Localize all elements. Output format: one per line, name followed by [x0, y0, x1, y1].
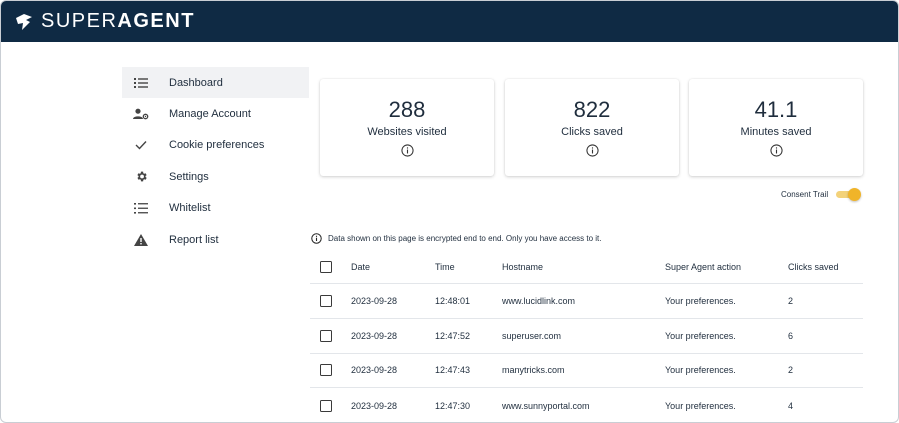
sidebar-item-cookie-preferences[interactable]: Cookie preferences	[122, 130, 309, 161]
brand-logo-text[interactable]: SUPERAGENT	[41, 10, 195, 33]
cell-date: 2023-09-28	[351, 400, 398, 411]
sidebar-item-label: Manage Account	[169, 108, 251, 121]
stat-card-minutes-saved: 41.1 Minutes saved	[689, 79, 863, 176]
cell-clicks: 2	[788, 295, 794, 306]
column-header-hostname[interactable]: Hostname	[502, 250, 543, 283]
cell-hostname: manytricks.com	[502, 365, 565, 376]
cell-hostname: www.lucidlink.com	[502, 295, 576, 306]
cell-time: 12:47:52	[435, 330, 471, 341]
info-icon[interactable]	[585, 144, 599, 157]
stat-value: 822	[573, 97, 611, 122]
table-row[interactable]: 2023-09-28 12:47:43 manytricks.com Your …	[310, 354, 863, 389]
table-row[interactable]: 2023-09-28 12:48:01 www.lucidlink.com Yo…	[310, 284, 863, 319]
cell-action: Your preferences.	[665, 330, 736, 341]
table-row[interactable]: 2023-09-28 12:47:30 www.sunnyportal.com …	[310, 388, 863, 422]
sidebar-item-whitelist[interactable]: Whitelist	[122, 193, 309, 224]
stat-label: Clicks saved	[561, 126, 623, 138]
row-checkbox[interactable]	[320, 329, 332, 342]
sidebar-item-label: Dashboard	[169, 76, 223, 89]
sidebar-item-label: Cookie preferences	[169, 139, 265, 152]
cell-hostname: www.sunnyportal.com	[502, 400, 590, 411]
stat-value: 41.1	[754, 97, 798, 122]
brand-part-1: SUPER	[41, 10, 118, 32]
cell-clicks: 2	[788, 365, 794, 376]
row-checkbox[interactable]	[320, 294, 332, 307]
toggle-thumb	[848, 188, 862, 201]
activity-table: Date Time Hostname Super Agent action Cl…	[310, 250, 863, 422]
sidebar-item-dashboard[interactable]: Dashboard	[122, 67, 309, 99]
sidebar-item-label: Settings	[169, 170, 209, 183]
cell-time: 12:47:30	[435, 400, 471, 411]
gear-icon	[131, 170, 151, 183]
sidebar-item-settings[interactable]: Settings	[122, 161, 309, 192]
account-gear-icon	[131, 108, 151, 120]
cell-date: 2023-09-28	[351, 365, 398, 376]
cell-time: 12:48:01	[435, 295, 471, 306]
cell-action: Your preferences.	[665, 400, 736, 411]
stat-value: 288	[388, 97, 426, 122]
cell-time: 12:47:43	[435, 365, 471, 376]
cell-clicks: 6	[788, 330, 794, 341]
info-icon	[311, 233, 322, 244]
brand-part-2: AGENT	[117, 10, 195, 32]
stat-label: Minutes saved	[740, 126, 812, 138]
column-header-time[interactable]: Time	[435, 250, 455, 283]
table-row[interactable]: 2023-09-28 12:47:52 superuser.com Your p…	[310, 319, 863, 354]
row-checkbox[interactable]	[320, 364, 332, 377]
select-all-checkbox[interactable]	[320, 260, 332, 273]
stat-card-websites-visited: 288 Websites visited	[320, 79, 494, 176]
superagent-logo-icon	[13, 11, 35, 33]
sidebar-item-label: Report list	[169, 233, 219, 246]
sidebar-item-manage-account[interactable]: Manage Account	[122, 98, 309, 129]
sidebar-item-report-list[interactable]: Report list	[122, 224, 309, 255]
consent-trail-toggle[interactable]	[836, 188, 862, 201]
column-header-date[interactable]: Date	[351, 250, 370, 283]
check-icon	[131, 140, 151, 150]
top-bar: SUPERAGENT	[1, 1, 898, 42]
sidebar: Dashboard Manage Account Cookie preferen…	[122, 67, 309, 255]
column-header-action[interactable]: Super Agent action	[665, 250, 741, 283]
cell-date: 2023-09-28	[351, 330, 398, 341]
row-checkbox[interactable]	[320, 399, 332, 412]
consent-trail-control: Consent Trail	[781, 188, 862, 201]
stat-label: Websites visited	[367, 126, 447, 138]
cell-date: 2023-09-28	[351, 295, 398, 306]
app-window: SUPERAGENT Dashboard Manage Account Cook…	[0, 0, 899, 423]
column-header-clicks[interactable]: Clicks saved	[788, 250, 839, 283]
checklist-icon	[131, 202, 151, 214]
info-icon[interactable]	[400, 144, 414, 157]
consent-trail-label: Consent Trail	[781, 189, 829, 199]
encryption-notice: Data shown on this page is encrypted end…	[311, 233, 602, 244]
sidebar-item-label: Whitelist	[169, 202, 211, 215]
table-header-row: Date Time Hostname Super Agent action Cl…	[310, 250, 863, 284]
cell-clicks: 4	[788, 400, 794, 411]
notice-text: Data shown on this page is encrypted end…	[328, 234, 602, 243]
cell-action: Your preferences.	[665, 365, 736, 376]
info-icon[interactable]	[769, 144, 783, 157]
cell-action: Your preferences.	[665, 295, 736, 306]
cell-hostname: superuser.com	[502, 330, 562, 341]
stat-card-clicks-saved: 822 Clicks saved	[505, 79, 679, 176]
stats-cards: 288 Websites visited 822 Clicks saved 41…	[320, 79, 864, 176]
list-icon	[131, 77, 151, 88]
warning-icon	[131, 233, 151, 246]
